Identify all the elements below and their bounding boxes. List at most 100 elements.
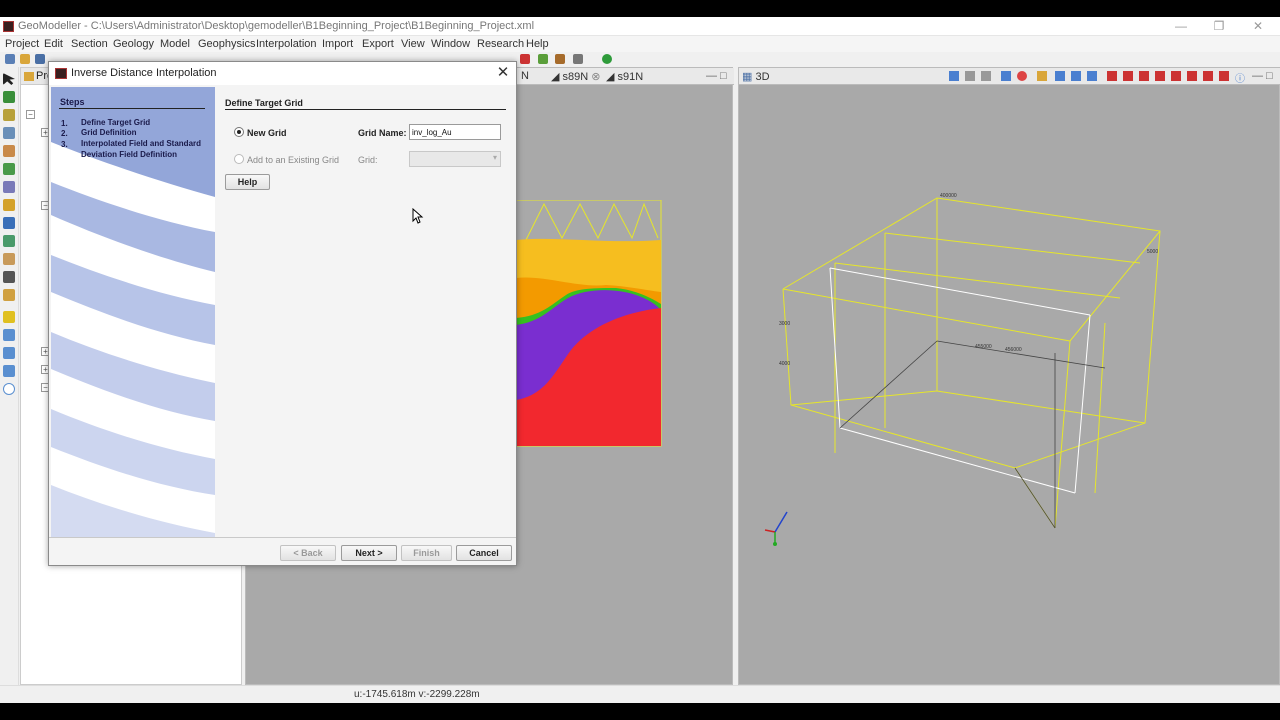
new-grid-radio[interactable]: [234, 127, 244, 137]
axis-tick-labels: 400000 3000 4000 5000 455000 456000: [779, 193, 1158, 367]
view-3d-icon-h[interactable]: [1123, 71, 1133, 81]
geomodeller-icon: [55, 68, 67, 79]
menu-help[interactable]: Help: [526, 38, 549, 50]
pan-3d-icon[interactable]: [965, 71, 975, 81]
select-cursor-icon[interactable]: [3, 73, 15, 85]
run-icon[interactable]: [602, 54, 612, 64]
rotate-3d-icon[interactable]: [981, 71, 991, 81]
draw-line-icon[interactable]: [3, 91, 15, 103]
step-grid-definition: Grid Definition: [81, 128, 137, 137]
view-3d-icon-c[interactable]: [1037, 71, 1047, 81]
save-icon[interactable]: [35, 54, 45, 64]
minimize-view-icon[interactable]: —: [706, 70, 717, 82]
close-window-icon[interactable]: ✕: [1243, 19, 1273, 34]
rotate-icon[interactable]: [3, 181, 15, 193]
section-icon: ◢: [551, 71, 560, 83]
content-heading: Define Target Grid: [225, 98, 303, 108]
tool-icon-b[interactable]: [538, 54, 548, 64]
model-bounds-white: [829, 267, 1091, 494]
minimize-icon[interactable]: —: [1166, 19, 1196, 34]
layer-icon-b[interactable]: [3, 347, 15, 359]
view-3d-icon-g[interactable]: [1107, 71, 1117, 81]
tool-icon-c[interactable]: [555, 54, 565, 64]
steps-divider: [59, 108, 205, 109]
menu-model[interactable]: Model: [160, 38, 190, 50]
tab-section-s89n[interactable]: ◢ s89N ⊗: [551, 70, 601, 83]
split-icon[interactable]: [3, 253, 15, 265]
menu-export[interactable]: Export: [362, 38, 394, 50]
view-3d-icon-n[interactable]: [1219, 71, 1229, 81]
fit-icon[interactable]: [3, 311, 15, 323]
layer-icon-c[interactable]: [3, 365, 15, 377]
zoom-icon[interactable]: [3, 127, 15, 139]
menu-project[interactable]: Project: [5, 38, 39, 50]
cancel-button[interactable]: Cancel: [456, 545, 512, 561]
open-icon[interactable]: [20, 54, 30, 64]
step-number: 3.: [61, 140, 68, 149]
svg-text:5000: 5000: [1147, 249, 1158, 255]
globe-icon[interactable]: [3, 289, 15, 301]
maximize-view-icon[interactable]: □: [720, 70, 727, 82]
grid-name-input[interactable]: inv_log_Au: [409, 124, 501, 140]
next-button[interactable]: Next >: [341, 545, 397, 561]
window-title: GeoModeller - C:\Users\Administrator\Des…: [18, 20, 535, 32]
view-3d-icon-a[interactable]: [1001, 71, 1011, 81]
help-button[interactable]: Help: [225, 174, 270, 190]
close-tab-icon[interactable]: ⊗: [591, 71, 600, 83]
menu-edit[interactable]: Edit: [44, 38, 63, 50]
back-button[interactable]: < Back: [280, 545, 336, 561]
help-3d-icon[interactable]: ⓘ: [1235, 70, 1245, 85]
menu-geophysics[interactable]: Geophysics: [198, 38, 255, 50]
tab-label: s89N: [562, 71, 589, 83]
menu-section[interactable]: Section: [71, 38, 108, 50]
view-3d-icon-j[interactable]: [1155, 71, 1165, 81]
view-3d-icon-d[interactable]: [1055, 71, 1065, 81]
tab-section-n[interactable]: N: [521, 70, 529, 82]
finish-button[interactable]: Finish: [401, 545, 452, 561]
menu-view[interactable]: View: [401, 38, 425, 50]
tool-icon-a[interactable]: [520, 54, 530, 64]
tab-section-s91n[interactable]: ◢ s91N: [606, 70, 643, 83]
mouse-cursor-icon: [412, 208, 424, 224]
view-3d-icon-l[interactable]: [1187, 71, 1197, 81]
3d-view[interactable]: ▦ 3D ⓘ — □ 400000 3000 4000 5000 455000 …: [738, 67, 1280, 685]
layer-icon-a[interactable]: [3, 329, 15, 341]
geomodeller-icon: [3, 21, 14, 32]
step-number: 1.: [61, 119, 68, 128]
new-icon[interactable]: [5, 54, 15, 64]
grid-select[interactable]: ▾: [409, 151, 501, 167]
menu-import[interactable]: Import: [322, 38, 353, 50]
select-3d-icon[interactable]: [949, 71, 959, 81]
add-existing-grid-radio[interactable]: [234, 154, 244, 164]
svg-text:456000: 456000: [1005, 347, 1022, 353]
close-dialog-icon[interactable]: ✕: [494, 64, 512, 82]
probe-icon[interactable]: [3, 271, 15, 283]
help-icon[interactable]: [3, 383, 15, 395]
tree-collapse-icon[interactable]: −: [26, 110, 35, 119]
view-3d-icon-m[interactable]: [1203, 71, 1213, 81]
view-3d-icon-b[interactable]: [1017, 71, 1027, 81]
view-3d-icon-e[interactable]: [1071, 71, 1081, 81]
pan-icon[interactable]: [3, 145, 15, 157]
folder-icon: [24, 72, 34, 81]
axis-gizmo-icon: [764, 511, 788, 546]
step-interpolated-field: Interpolated Field and Standard Deviatio…: [81, 139, 202, 159]
view-3d-icon-f[interactable]: [1087, 71, 1097, 81]
settings-icon[interactable]: [573, 54, 583, 64]
menu-interpolation[interactable]: Interpolation: [256, 38, 317, 50]
restore-icon[interactable]: ❐: [1204, 19, 1234, 34]
menu-window[interactable]: Window: [431, 38, 470, 50]
tab-3d[interactable]: ▦ 3D: [742, 70, 770, 83]
menu-geology[interactable]: Geology: [113, 38, 154, 50]
minimize-3d-icon[interactable]: —: [1252, 70, 1263, 82]
view-3d-icon-k[interactable]: [1171, 71, 1181, 81]
point-icon[interactable]: [3, 217, 15, 229]
orientation-icon[interactable]: [3, 235, 15, 247]
maximize-3d-icon[interactable]: □: [1266, 70, 1273, 82]
edit-icon[interactable]: [3, 109, 15, 121]
chevron-down-icon: ▾: [492, 153, 497, 162]
move-icon[interactable]: [3, 163, 15, 175]
menu-research[interactable]: Research: [477, 38, 524, 50]
view-3d-icon-i[interactable]: [1139, 71, 1149, 81]
measure-icon[interactable]: [3, 199, 15, 211]
